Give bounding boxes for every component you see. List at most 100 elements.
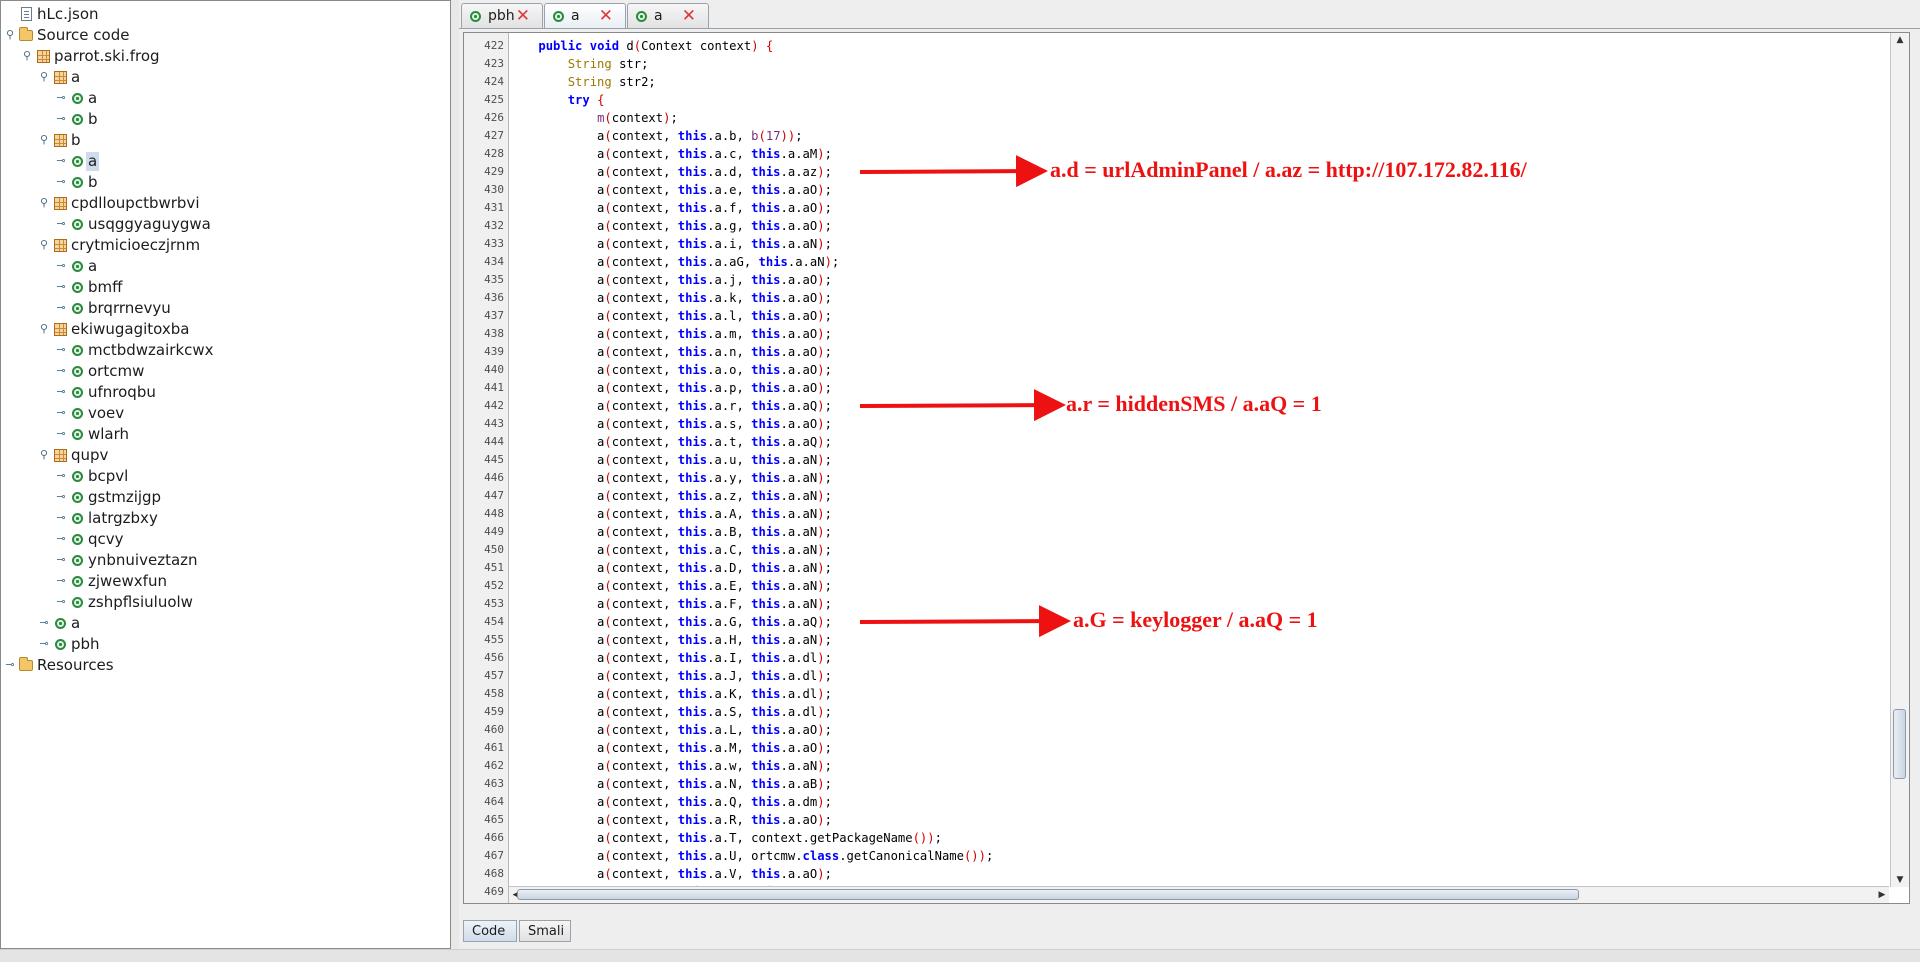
scroll-right-icon[interactable]: ▶ bbox=[1875, 887, 1889, 903]
code-line[interactable]: a(context, this.a.I, this.a.dl); bbox=[509, 649, 832, 667]
code-line[interactable]: a(context, this.a.aG, this.a.aN); bbox=[509, 253, 839, 271]
tree-expanded-icon[interactable]: ⚲ bbox=[22, 50, 32, 61]
code-line[interactable]: a(context, this.a.D, this.a.aN); bbox=[509, 559, 832, 577]
vertical-scrollbar[interactable]: ▲ ▼ bbox=[1890, 33, 1909, 887]
code-line[interactable]: a(context, this.a.b, b(17)); bbox=[509, 127, 803, 145]
code-line[interactable]: a(context, this.a.o, this.a.aO); bbox=[509, 361, 832, 379]
close-tab-icon[interactable]: ✕ bbox=[599, 6, 613, 26]
tree-expanded-icon[interactable]: ⚲ bbox=[5, 29, 15, 40]
tree-item[interactable]: ⊸ zshpflsiuluolw bbox=[1, 592, 450, 613]
code-line[interactable]: String str2; bbox=[509, 73, 656, 91]
editor-tab[interactable]: pbh ✕ bbox=[461, 3, 543, 28]
tree-collapsed-icon[interactable]: ⊸ bbox=[56, 386, 66, 397]
code-line[interactable]: a(context, this.a.F, this.a.aN); bbox=[509, 595, 832, 613]
code-line[interactable]: a(context, this.a.T, context.getPackageN… bbox=[509, 829, 942, 847]
code-line[interactable]: a(context, this.a.R, this.a.aO); bbox=[509, 811, 832, 829]
tree-item[interactable]: ⊸ pbh bbox=[1, 634, 450, 655]
tree-item[interactable]: ⊸ wlarh bbox=[1, 424, 450, 445]
tree-collapsed-icon[interactable]: ⊸ bbox=[56, 365, 66, 376]
code-line[interactable]: a(context, this.a.k, this.a.aO); bbox=[509, 289, 832, 307]
code-line[interactable]: a(context, this.a.A, this.a.aN); bbox=[509, 505, 832, 523]
tree-item[interactable]: ⊸ b bbox=[1, 109, 450, 130]
horizontal-scroll-thumb[interactable] bbox=[517, 889, 1579, 900]
code-line[interactable]: a(context, this.a.c, this.a.aM); bbox=[509, 145, 832, 163]
editor-tab[interactable]: a ✕ bbox=[627, 3, 709, 28]
tree-item[interactable]: ⊸ usqggyaguygwa bbox=[1, 214, 450, 235]
code-line[interactable]: a(context, this.a.M, this.a.aO); bbox=[509, 739, 832, 757]
tree-expanded-icon[interactable]: ⚲ bbox=[39, 71, 49, 82]
tree-item[interactable]: ⊸ ortcmw bbox=[1, 361, 450, 382]
tree-collapsed-icon[interactable]: ⊸ bbox=[39, 617, 49, 628]
tree-item[interactable]: ⊸ a bbox=[1, 151, 450, 172]
tree-collapsed-icon[interactable]: ⊸ bbox=[56, 533, 66, 544]
tree-collapsed-icon[interactable]: ⊸ bbox=[39, 638, 49, 649]
tree-collapsed-icon[interactable]: ⊸ bbox=[5, 659, 15, 670]
tree-item[interactable]: ⚲ cpdlloupctbwrbvi bbox=[1, 193, 450, 214]
code-line[interactable]: a(context, this.a.i, this.a.aN); bbox=[509, 235, 832, 253]
tree-expanded-icon[interactable]: ⚲ bbox=[39, 134, 49, 145]
code-line[interactable]: a(context, this.a.j, this.a.aO); bbox=[509, 271, 832, 289]
close-tab-icon[interactable]: ✕ bbox=[682, 6, 696, 26]
scroll-down-icon[interactable]: ▼ bbox=[1891, 873, 1909, 887]
tree-item[interactable]: ⊸ a bbox=[1, 256, 450, 277]
tree-expanded-icon[interactable]: ⚲ bbox=[39, 197, 49, 208]
tree-item[interactable]: ⊸ latrgzbxy bbox=[1, 508, 450, 529]
code-line[interactable]: a(context, this.a.l, this.a.aO); bbox=[509, 307, 832, 325]
tree-item[interactable]: ⊸ brqrrnevyu bbox=[1, 298, 450, 319]
tree-collapsed-icon[interactable]: ⊸ bbox=[56, 491, 66, 502]
tree-collapsed-icon[interactable]: ⊸ bbox=[56, 596, 66, 607]
tab-code[interactable]: Code bbox=[463, 920, 517, 942]
tree-collapsed-icon[interactable]: ⊸ bbox=[56, 176, 66, 187]
tree-collapsed-icon[interactable]: ⊸ bbox=[56, 512, 66, 523]
tree-item[interactable]: hLc.json bbox=[1, 4, 450, 25]
tree-item[interactable]: ⚲ a bbox=[1, 67, 450, 88]
tree-item[interactable]: ⊸ zjwewxfun bbox=[1, 571, 450, 592]
code-line[interactable]: a(context, this.a.u, this.a.aN); bbox=[509, 451, 832, 469]
tree-collapsed-icon[interactable]: ⊸ bbox=[56, 302, 66, 313]
code-line[interactable]: a(context, this.a.w, this.a.aN); bbox=[509, 757, 832, 775]
code-line[interactable]: a(context, this.a.G, this.a.aQ); bbox=[509, 613, 832, 631]
vertical-scroll-thumb[interactable] bbox=[1893, 709, 1906, 779]
tab-smali[interactable]: Smali bbox=[519, 920, 571, 942]
code-line[interactable]: a(context, this.a.V, this.a.aO); bbox=[509, 865, 832, 883]
tree-item[interactable]: ⊸ bmff bbox=[1, 277, 450, 298]
tree-collapsed-icon[interactable]: ⊸ bbox=[56, 260, 66, 271]
code-line[interactable]: a(context, this.a.H, this.a.aN); bbox=[509, 631, 832, 649]
panel-splitter[interactable] bbox=[451, 0, 459, 949]
tree-collapsed-icon[interactable]: ⊸ bbox=[56, 92, 66, 103]
code-line[interactable]: a(context, this.a.d, this.a.az); bbox=[509, 163, 832, 181]
tree-item[interactable]: ⊸ bcpvl bbox=[1, 466, 450, 487]
tree-item[interactable]: ⊸ Resources bbox=[1, 655, 450, 676]
tree-item[interactable]: ⚲ ekiwugagitoxba bbox=[1, 319, 450, 340]
tree-item[interactable]: ⊸ a bbox=[1, 88, 450, 109]
tree-item[interactable]: ⊸ qcvy bbox=[1, 529, 450, 550]
tree-expanded-icon[interactable]: ⚲ bbox=[39, 239, 49, 250]
code-line[interactable]: a(context, this.a.p, this.a.aO); bbox=[509, 379, 832, 397]
code-line[interactable]: a(context, this.a.t, this.a.aQ); bbox=[509, 433, 832, 451]
close-tab-icon[interactable]: ✕ bbox=[516, 6, 530, 26]
tree-item[interactable]: ⚲ qupv bbox=[1, 445, 450, 466]
tree-item[interactable]: ⚲ Source code bbox=[1, 25, 450, 46]
tree-item[interactable]: ⊸ mctbdwzairkcwx bbox=[1, 340, 450, 361]
editor-tab[interactable]: a ✕ bbox=[544, 3, 626, 28]
code-line[interactable]: a(context, this.a.r, this.a.aQ); bbox=[509, 397, 832, 415]
tree-collapsed-icon[interactable]: ⊸ bbox=[56, 218, 66, 229]
code-line[interactable]: a(context, this.a.K, this.a.dl); bbox=[509, 685, 832, 703]
tree-collapsed-icon[interactable]: ⊸ bbox=[56, 344, 66, 355]
code-line[interactable]: a(context, this.a.e, this.a.aO); bbox=[509, 181, 832, 199]
tree-expanded-icon[interactable]: ⚲ bbox=[39, 323, 49, 334]
tree-item[interactable]: ⊸ gstmzijgp bbox=[1, 487, 450, 508]
code-line[interactable]: a(context, this.a.L, this.a.aO); bbox=[509, 721, 832, 739]
tree-item[interactable]: ⊸ b bbox=[1, 172, 450, 193]
code-line[interactable]: a(context, this.a.N, this.a.aB); bbox=[509, 775, 832, 793]
tree-expanded-icon[interactable]: ⚲ bbox=[39, 449, 49, 460]
code-line[interactable]: a(context, this.a.Q, this.a.dm); bbox=[509, 793, 832, 811]
code-line[interactable]: a(context, this.a.y, this.a.aN); bbox=[509, 469, 832, 487]
code-line[interactable]: public void d(Context context) { bbox=[509, 37, 773, 55]
tree-collapsed-icon[interactable]: ⊸ bbox=[56, 113, 66, 124]
tree-item[interactable]: ⊸ a bbox=[1, 613, 450, 634]
code-line[interactable]: a(context, this.a.z, this.a.aN); bbox=[509, 487, 832, 505]
code-line[interactable]: a(context, this.a.S, this.a.dl); bbox=[509, 703, 832, 721]
code-line[interactable]: a(context, this.a.m, this.a.aO); bbox=[509, 325, 832, 343]
tree-collapsed-icon[interactable]: ⊸ bbox=[56, 428, 66, 439]
